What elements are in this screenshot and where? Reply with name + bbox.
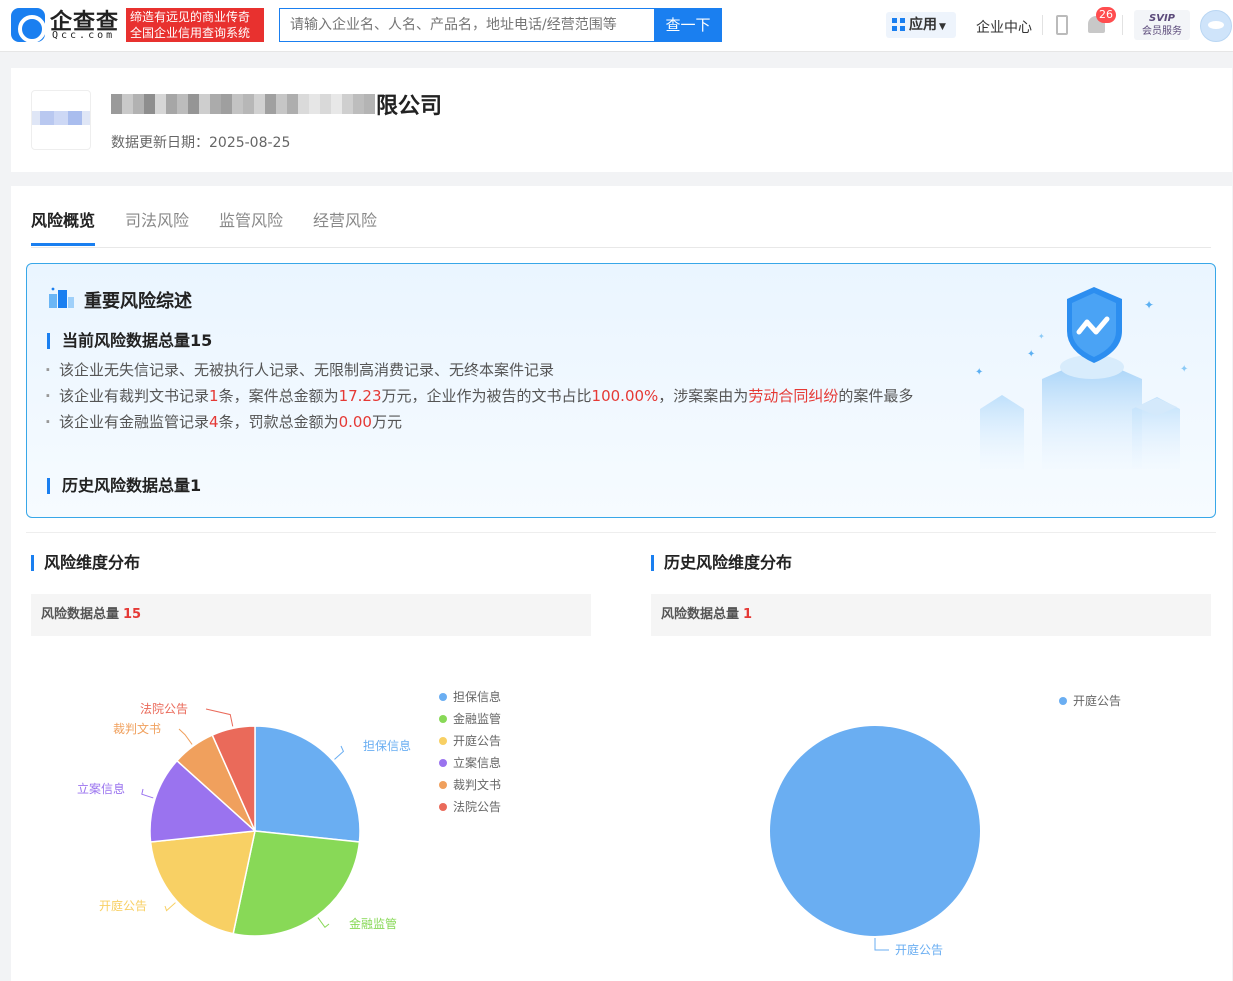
qcc-logo-icon[interactable] <box>11 8 46 43</box>
chevron-down-icon: ▼ <box>939 22 946 32</box>
apps-label: 应用 <box>909 17 937 33</box>
slogan-banner: 缔造有远见的商业传奇 全国企业信用查询系统 <box>126 8 264 42</box>
pie-slice-label-5: 法院公告 <box>140 702 188 716</box>
redacted-name-mosaic <box>111 94 375 114</box>
pie-leader-line-3 <box>141 788 154 799</box>
enterprise-center-link[interactable]: 企业中心 <box>976 17 1032 37</box>
slogan-line-1: 缔造有远见的商业传奇 <box>130 10 251 24</box>
nav-divider <box>1042 15 1043 35</box>
legend-item-3[interactable]: 立案信息 <box>453 755 501 770</box>
pie-slice-label-2: 开庭公告 <box>99 898 147 913</box>
company-name-text: 限公司 <box>376 94 443 119</box>
legend-dot-3 <box>439 759 447 767</box>
history-legend-dot <box>1059 697 1067 705</box>
nav-divider <box>1122 15 1123 35</box>
mobile-phone-icon[interactable] <box>1056 15 1068 35</box>
pie-leader-line-2 <box>164 902 176 912</box>
legend-dot-0 <box>439 693 447 701</box>
pie-leader-line-5 <box>205 708 234 727</box>
risk-main-panel: 风险概览 司法风险 监管风险 经营风险 重要风险综述 当前风险数据总量15 该企… <box>11 186 1232 981</box>
company-name: 限公司 <box>111 90 443 119</box>
data-update-date: 数据更新日期：2025-08-25 <box>111 132 290 152</box>
user-avatar[interactable] <box>1200 10 1232 42</box>
svip-sublabel: 会员服务 <box>1142 26 1182 37</box>
svip-label: SVIP <box>1149 13 1175 24</box>
legend-item-2[interactable]: 开庭公告 <box>453 733 501 748</box>
pie-leader-line-4 <box>178 728 193 745</box>
top-navbar: 企查查 Qcc.com 缔造有远见的商业传奇 全国企业信用查询系统 查一下 应用… <box>0 0 1233 52</box>
legend-dot-2 <box>439 737 447 745</box>
legend-item-5[interactable]: 法院公告 <box>453 800 501 814</box>
notification-count-badge: 26 <box>1096 7 1116 23</box>
pie-slice-label-3: 立案信息 <box>77 781 125 796</box>
apps-menu-button[interactable]: 应用 ▼ <box>886 12 956 38</box>
pie-leader-line-0 <box>334 745 345 760</box>
update-date-label: 数据更新日期： <box>111 135 209 151</box>
risk-pie-charts: 担保信息金融监管开庭公告立案信息裁判文书法院公告担保信息金融监管开庭公告立案信息… <box>77 689 1121 957</box>
pie-slice-label-0: 担保信息 <box>363 738 411 753</box>
logo-domain: Qcc.com <box>52 30 116 41</box>
legend-dot-4 <box>439 781 447 789</box>
search-button[interactable]: 查一下 <box>654 8 722 42</box>
svip-membership-button[interactable]: SVIP 会员服务 <box>1134 10 1190 40</box>
slogan-line-2: 全国企业信用查询系统 <box>130 26 251 40</box>
legend-dot-5 <box>439 803 447 811</box>
pie-slice-0[interactable] <box>254 725 361 843</box>
legend-item-4[interactable]: 裁判文书 <box>453 777 501 792</box>
legend-dot-1 <box>439 715 447 723</box>
legend-item-0[interactable]: 担保信息 <box>453 689 501 704</box>
pie-leader-line-1 <box>317 917 330 928</box>
pie-slice-label-4: 裁判文书 <box>113 721 161 736</box>
update-date-value: 2025-08-25 <box>209 135 291 151</box>
search-box <box>279 8 655 42</box>
history-pie-slice-label: 开庭公告 <box>895 942 943 957</box>
company-header-card: 限公司 数据更新日期：2025-08-25 <box>11 68 1232 172</box>
history-legend-item[interactable]: 开庭公告 <box>1073 693 1121 708</box>
search-input[interactable] <box>280 9 655 41</box>
history-pie-leader-line <box>874 938 889 951</box>
legend-item-1[interactable]: 金融监管 <box>453 711 501 726</box>
apps-grid-icon <box>892 18 905 31</box>
pie-slice-label-1: 金融监管 <box>349 916 397 931</box>
company-logo <box>31 90 91 150</box>
history-pie-slice[interactable] <box>770 726 980 936</box>
